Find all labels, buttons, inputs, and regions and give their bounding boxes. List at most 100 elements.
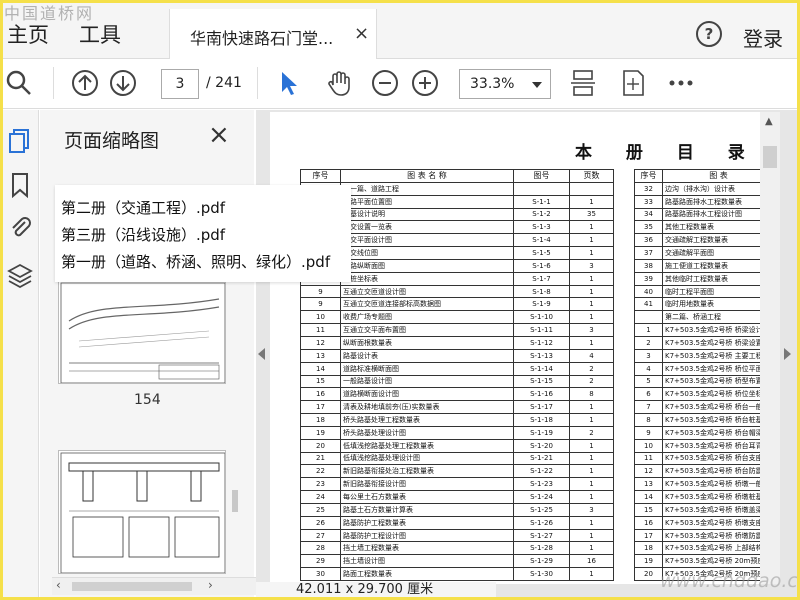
popup-file-item[interactable]: 第二册（交通工程）.pdf [61,197,225,218]
table-cell: 1 [569,451,614,466]
zoom-in-icon[interactable] [411,69,439,97]
table-cell: 其他临时工程数量表 [662,271,760,286]
bookmark-icon[interactable] [7,172,33,198]
table-cell: 3 [634,348,663,363]
page-thumbnail-154[interactable] [58,280,226,384]
table-cell: S-1-17 [513,400,570,415]
scrollbar-thumb[interactable] [232,490,238,512]
horizontal-scrollbar[interactable]: ‹ › [52,577,256,595]
table-cell: 22 [300,464,341,479]
scrollbar-thumb[interactable] [72,582,192,591]
table-cell: S-1-5 [513,246,570,260]
login-button[interactable]: 登录 [743,23,783,52]
table-row: 36 交通疏解工程数量表 [634,233,760,248]
table-cell: S-1-18 [513,413,570,427]
table-cell: 6 [634,387,663,402]
popup-file-item[interactable]: 第三册（沿线设施）.pdf [61,224,225,245]
table-cell: 28 [300,541,341,556]
scroll-mode-icon[interactable] [569,69,597,97]
table-cell: 1 [569,284,614,299]
tab-close-icon[interactable]: × [354,23,369,44]
close-icon[interactable]: × [208,120,230,150]
table-cell: K7+503.5金鸡2号桥 桥台防震挡块 [662,464,760,479]
table-row: 39 其他临时工程数量表 [634,271,760,286]
table-cell [569,181,614,196]
table-cell: 26 [300,515,341,530]
table-cell: S-1-21 [513,451,570,466]
table-cell: 2 [569,374,614,389]
table-cell: 交通疏解平面图 [662,246,760,260]
table-cell: K7+503.5金鸡2号桥 桥台帽梁钢筋 [662,425,760,440]
table-cell: 7 [634,400,663,415]
table-row: 3K7+503.5金鸡2号桥 主要工程数量 [634,348,760,363]
table-cell: 40 [634,284,663,299]
table-cell: S-1-9 [513,297,570,312]
select-cursor-icon[interactable] [275,69,303,97]
table-row: 12 纵断面根数量表 S-1-12 1 [300,335,614,350]
table-cell: 2 [634,335,663,350]
fit-page-icon[interactable] [619,69,647,97]
table-cell: 1 [569,438,614,453]
table-row: 17K7+503.5金鸡2号桥 桥墩防震挡块 [634,528,760,543]
popup-file-item[interactable]: 第一册（道路、桥涵、照明、绿化）.pdf [61,251,330,272]
table-row: 29 挡土墙设计图 S-1-29 16 [300,554,614,569]
table-cell: 立交平面设计图 [340,233,514,248]
more-options-icon[interactable] [667,69,695,97]
scrollbar-thumb[interactable] [763,146,777,168]
table-row: 26 路基防护工程数量表 S-1-26 1 [300,515,614,530]
table-row: 35 其他工程数量表 [634,220,760,235]
page-thumbnails-icon[interactable] [7,128,33,154]
table-cell: 5 [634,374,663,389]
table-row: 10 收费广场专题图 S-1-10 1 [300,310,614,325]
previous-page-icon[interactable] [71,69,99,97]
table-cell: 路基路面排水工程设计图 [662,207,760,222]
table-row: 22 新旧路基衔接处治工程数量表 S-1-22 1 [300,464,614,479]
zoom-out-icon[interactable] [371,69,399,97]
hand-tool-icon[interactable] [325,69,353,97]
table-cell: 新旧路基衔接处治工程数量表 [340,464,514,479]
table-cell: S-1-8 [513,284,570,299]
menu-bar: 主页 工具 华南快速路石门堂... × ? 登录 [3,3,797,59]
scroll-left-icon[interactable]: ‹ [56,578,61,592]
table-row: 33 路基路面排水工程数量表 [634,194,760,209]
table-row: 14K7+503.5金鸡2号桥 桥墩桩基钢筋 [634,490,760,504]
vertical-scrollbar[interactable]: ▲ [760,112,780,584]
page-number-input[interactable]: 3 [161,69,199,99]
table-cell: S-1-30 [513,567,570,581]
attachment-icon[interactable] [7,214,33,240]
table-row: 24 每公里土石方数量表 S-1-24 1 [300,490,614,504]
table-cell: 9 [300,284,341,299]
table-cell: 每公里土石方数量表 [340,490,514,504]
table-cell: K7+503.5金鸡2号桥 桥墩桩基钢筋 [662,490,760,504]
table-cell: 路基设计表 [340,348,514,363]
table-cell: 27 [300,528,341,543]
help-icon[interactable]: ? [696,21,722,47]
drawing-preview [60,282,225,383]
table-cell: 低填浅挖路基处理工程数量表 [340,438,514,453]
page-size-status: 42.011 x 29.700 厘米 [256,582,496,597]
table-cell: K7+503.5金鸡2号桥 桥位坐标表 [662,387,760,402]
scroll-right-icon[interactable]: › [208,578,213,592]
collapse-right-icon[interactable] [784,348,791,360]
table-cell: 纵断面根数量表 [340,335,514,350]
table-cell: 道路横断面设计图 [340,387,514,402]
table-cell: 38 [634,258,663,273]
table-row: 8K7+503.5金鸡2号桥 桥台桩基钢筋 [634,413,760,427]
table-cell: 其他工程数量表 [662,220,760,235]
search-icon[interactable] [5,69,33,97]
chevron-down-icon [532,82,542,88]
scroll-up-icon[interactable]: ▲ [765,116,773,127]
table-cell: 8 [634,413,663,427]
table-row: 27 路基防护工程设计图 S-1-27 1 [300,528,614,543]
table-row: 16K7+503.5金鸡2号桥 桥墩支座垫石 [634,515,760,530]
page-thumbnail-155[interactable] [58,450,226,574]
toolbar-divider [53,67,54,99]
collapse-left-icon[interactable] [258,348,265,360]
document-tab[interactable]: 华南快速路石门堂... × [169,9,377,59]
table-cell: 1 [569,297,614,312]
zoom-select[interactable]: 33.3% [459,69,551,99]
layers-icon[interactable] [7,262,33,288]
next-page-icon[interactable] [109,69,137,97]
table-cell: 第二篇、桥涵工程 [662,310,760,325]
zoom-value: 33.3% [470,76,515,92]
